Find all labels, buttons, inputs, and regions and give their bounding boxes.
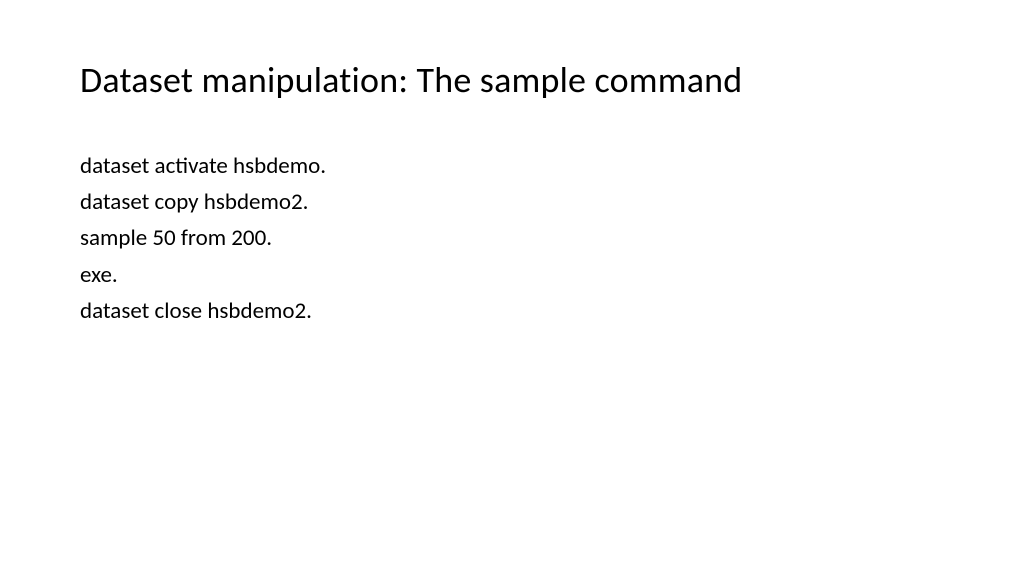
code-line: dataset close hsbdemo2. [80,295,944,327]
slide-title: Dataset manipulation: The sample command [80,58,944,102]
code-line: sample 50 from 200. [80,222,944,254]
code-line: dataset copy hsbdemo2. [80,186,944,218]
code-line: exe. [80,259,944,291]
code-line: dataset activate hsbdemo. [80,150,944,182]
slide-body: dataset activate hsbdemo. dataset copy h… [80,150,944,327]
